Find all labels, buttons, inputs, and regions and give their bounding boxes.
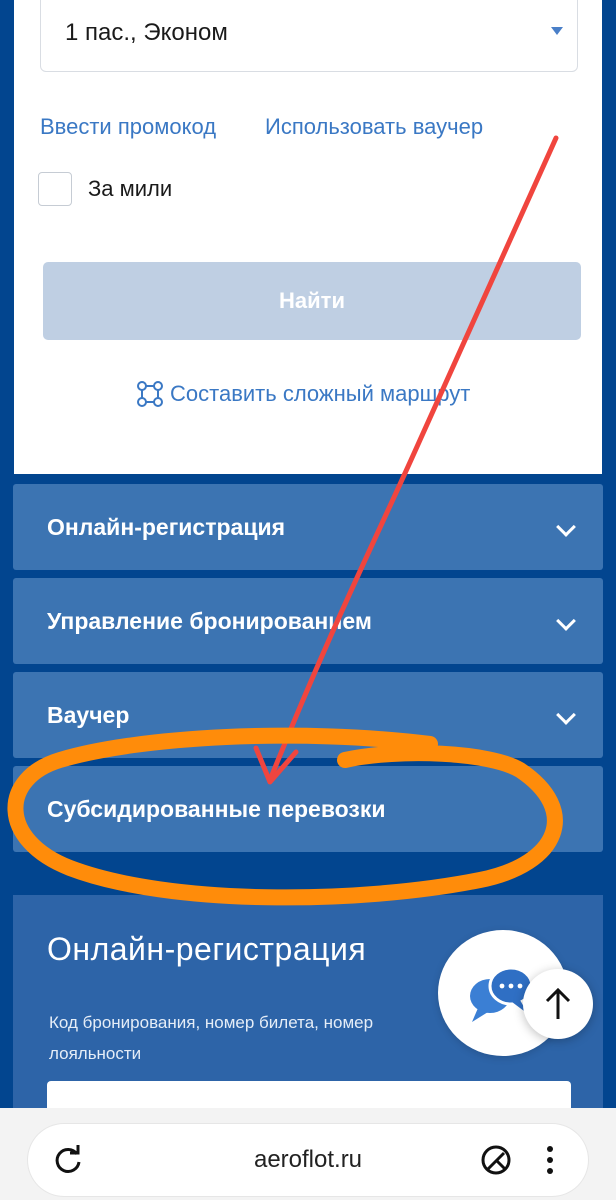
- accordion-manage-booking[interactable]: Управление бронированием: [13, 578, 603, 664]
- miles-checkbox-label: За мили: [88, 176, 173, 201]
- chevron-down-icon: [556, 705, 576, 725]
- browser-bottom-bar: aeroflot.ru: [0, 1108, 616, 1200]
- accordion-online-checkin[interactable]: Онлайн-регистрация: [13, 484, 603, 570]
- miles-checkbox[interactable]: [38, 172, 72, 206]
- chevron-down-icon: [556, 517, 576, 537]
- app-screen: 1 пас., Эконом Ввести промокод Использов…: [0, 0, 616, 1200]
- chevron-down-icon: [556, 611, 576, 631]
- accordion-voucher[interactable]: Ваучер: [13, 672, 603, 758]
- arrow-up-icon: [545, 987, 571, 1019]
- passengers-class-select[interactable]: 1 пас., Эконом: [40, 0, 578, 72]
- use-voucher-link[interactable]: Использовать ваучер: [265, 114, 483, 140]
- complex-route-link[interactable]: Составить сложный маршрут: [136, 380, 470, 408]
- complex-route-label: Составить сложный маршрут: [170, 381, 471, 406]
- checkin-title: Онлайн-регистрация: [47, 931, 367, 967]
- route-nodes-icon: [137, 381, 163, 407]
- promo-code-link[interactable]: Ввести промокод: [40, 114, 216, 140]
- accordion-label: Управление бронированием: [47, 607, 372, 634]
- accordion-subsidized-transport[interactable]: Субсидированные перевозки: [13, 766, 603, 852]
- checkin-description: Код бронирования, номер билета, номер ло…: [49, 1013, 374, 1063]
- find-button-label: Найти: [279, 288, 345, 313]
- accordion-label: Ваучер: [47, 701, 130, 728]
- site-info-icon[interactable]: [478, 1142, 514, 1178]
- dropdown-caret-icon: [551, 27, 563, 35]
- passengers-class-value: 1 пас., Эконом: [65, 19, 228, 46]
- accordion-label: Онлайн-регистрация: [47, 513, 286, 540]
- scroll-to-top-button[interactable]: [523, 969, 593, 1039]
- accordion-label: Субсидированные перевозки: [47, 795, 386, 822]
- flight-search-card: 1 пас., Эконом Ввести промокод Использов…: [14, 0, 602, 474]
- find-button[interactable]: Найти: [43, 262, 581, 340]
- address-bar[interactable]: aeroflot.ru: [28, 1124, 588, 1196]
- more-menu-icon[interactable]: [542, 1142, 558, 1178]
